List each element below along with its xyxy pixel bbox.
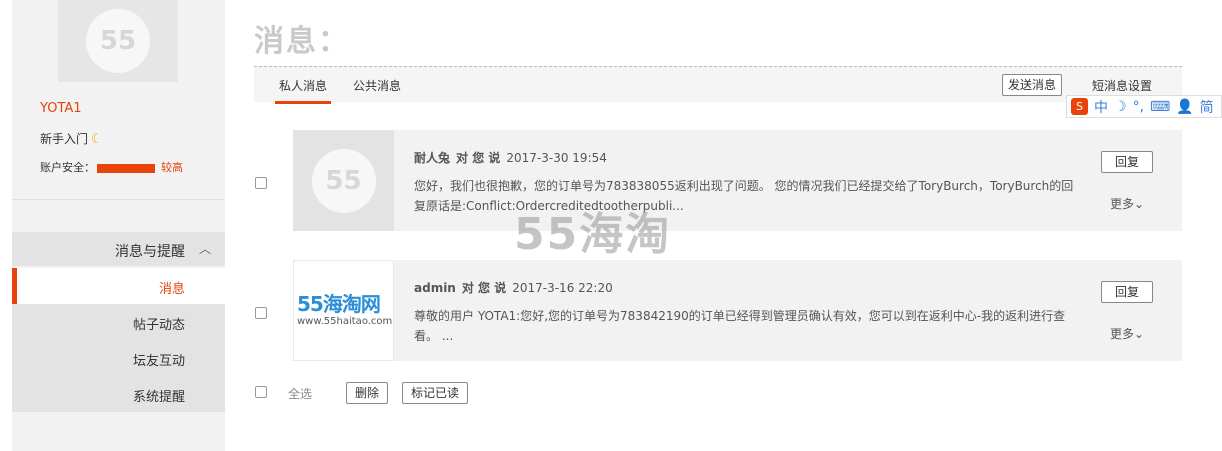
username-link[interactable]: YOTA1 — [40, 101, 82, 116]
menu-header-label: 消息与提醒 — [115, 244, 185, 260]
security-label: 账户安全： — [40, 161, 95, 174]
user-icon[interactable]: 👤 — [1176, 99, 1193, 115]
more-menu[interactable]: 更多⌄ — [1110, 195, 1144, 212]
sidebar: 55 YOTA1 新手入门 ☾ 账户安全： 较高 消息与提醒 ︿ 消息 帖子动态 坛… — [12, 0, 225, 451]
novice-guide-label: 新手入门 — [40, 132, 89, 146]
account-security: 账户安全： 较高 — [40, 159, 183, 175]
ime-logo-icon: S — [1071, 98, 1088, 115]
watermark-logo: 55海淘 — [514, 209, 672, 260]
select-all-checkbox[interactable] — [255, 386, 267, 398]
delete-button[interactable]: 删除 — [346, 382, 388, 404]
sender-avatar[interactable]: 55 — [293, 130, 394, 231]
message-checkbox[interactable] — [255, 177, 267, 189]
tab-private-messages[interactable]: 私人消息 — [274, 77, 332, 104]
tab-public-messages[interactable]: 公共消息 — [353, 77, 401, 94]
sidebar-item-label: 消息 — [158, 282, 185, 297]
sidebar-item-label: 帖子动态 — [132, 318, 185, 333]
keyboard-icon[interactable]: ⌨ — [1150, 99, 1170, 115]
message-header: 耐人兔对 您 说 2017-3-30 19:54 — [414, 149, 607, 166]
page-root: 55 YOTA1 新手入门 ☾ 账户安全： 较高 消息与提醒 ︿ 消息 帖子动态 坛… — [0, 0, 1222, 451]
55haitao-logo-url: www.55haitao.com — [297, 316, 393, 327]
sidebar-item-messages[interactable]: 消息 — [12, 268, 225, 304]
moon-icon[interactable]: ☽ — [1114, 99, 1127, 115]
chevron-down-icon: ⌄ — [1134, 327, 1145, 341]
says-label: 对 您 说 — [461, 281, 507, 295]
chevron-up-icon: ︿ — [198, 242, 211, 256]
ime-language-toggle[interactable]: 中 — [1094, 97, 1108, 117]
security-level-bar — [97, 163, 155, 173]
sidebar-item-forum-interaction[interactable]: 坛友互动 — [12, 340, 225, 376]
message-header: admin 对 您 说 2017-3-16 22:20 — [414, 279, 613, 296]
ime-mode-toggle[interactable]: 简 — [1200, 97, 1214, 117]
sidebar-item-label: 坛友互动 — [132, 354, 185, 369]
sender-avatar[interactable]: 55海淘网 www.55haitao.com — [293, 260, 394, 361]
sidebar-item-label: 系统提醒 — [132, 390, 185, 405]
page-title: 消息： — [254, 24, 350, 59]
send-message-button[interactable]: 发送消息 — [1002, 74, 1062, 96]
sidebar-item-system-reminders[interactable]: 系统提醒 — [12, 376, 225, 412]
avatar-placeholder-icon: 55 — [86, 9, 150, 73]
novice-guide-link[interactable]: 新手入门 ☾ — [40, 130, 103, 147]
punctuation-icon[interactable]: °, — [1133, 99, 1144, 115]
ime-toolbar[interactable]: S 中 ☽ °, ⌨ 👤 简 — [1066, 95, 1222, 118]
sender-name[interactable]: admin — [414, 281, 456, 295]
message-time: 2017-3-16 22:20 — [512, 281, 613, 295]
more-menu[interactable]: 更多⌄ — [1110, 325, 1144, 342]
menu-header-messages[interactable]: 消息与提醒 ︿ — [12, 232, 225, 266]
more-label: 更多 — [1110, 197, 1135, 211]
reply-button[interactable]: 回复 — [1101, 151, 1153, 173]
message-checkbox[interactable] — [255, 307, 267, 319]
sidebar-item-post-activity[interactable]: 帖子动态 — [12, 304, 225, 340]
select-all-label[interactable]: 全选 — [288, 385, 312, 402]
more-label: 更多 — [1110, 327, 1135, 341]
avatar-placeholder-icon: 55 — [311, 148, 376, 213]
sms-settings-link[interactable]: 短消息设置 — [1092, 77, 1152, 94]
reply-button[interactable]: 回复 — [1101, 281, 1153, 303]
message-item: 55 耐人兔对 您 说 2017-3-30 19:54 您好，我们也很抱歉，您的订… — [293, 130, 1182, 231]
moon-icon: ☾ — [91, 132, 103, 147]
security-level-text: 较高 — [161, 161, 183, 174]
message-item: 55海淘网 www.55haitao.com admin 对 您 说 2017-3-… — [293, 260, 1182, 361]
mark-read-button[interactable]: 标记已读 — [402, 382, 468, 404]
message-body[interactable]: 尊敬的用户 YOTA1:您好,您的订单号为783842190的订单已经得到管理员… — [414, 306, 1080, 346]
avatar[interactable]: 55 — [58, 0, 178, 82]
says-label: 对 您 说 — [456, 151, 501, 165]
sidebar-divider — [12, 199, 225, 200]
chevron-down-icon: ⌄ — [1134, 197, 1145, 211]
55haitao-logo: 55海淘网 — [297, 292, 381, 316]
message-time: 2017-3-30 19:54 — [506, 151, 607, 165]
sender-name[interactable]: 耐人兔 — [414, 151, 450, 165]
